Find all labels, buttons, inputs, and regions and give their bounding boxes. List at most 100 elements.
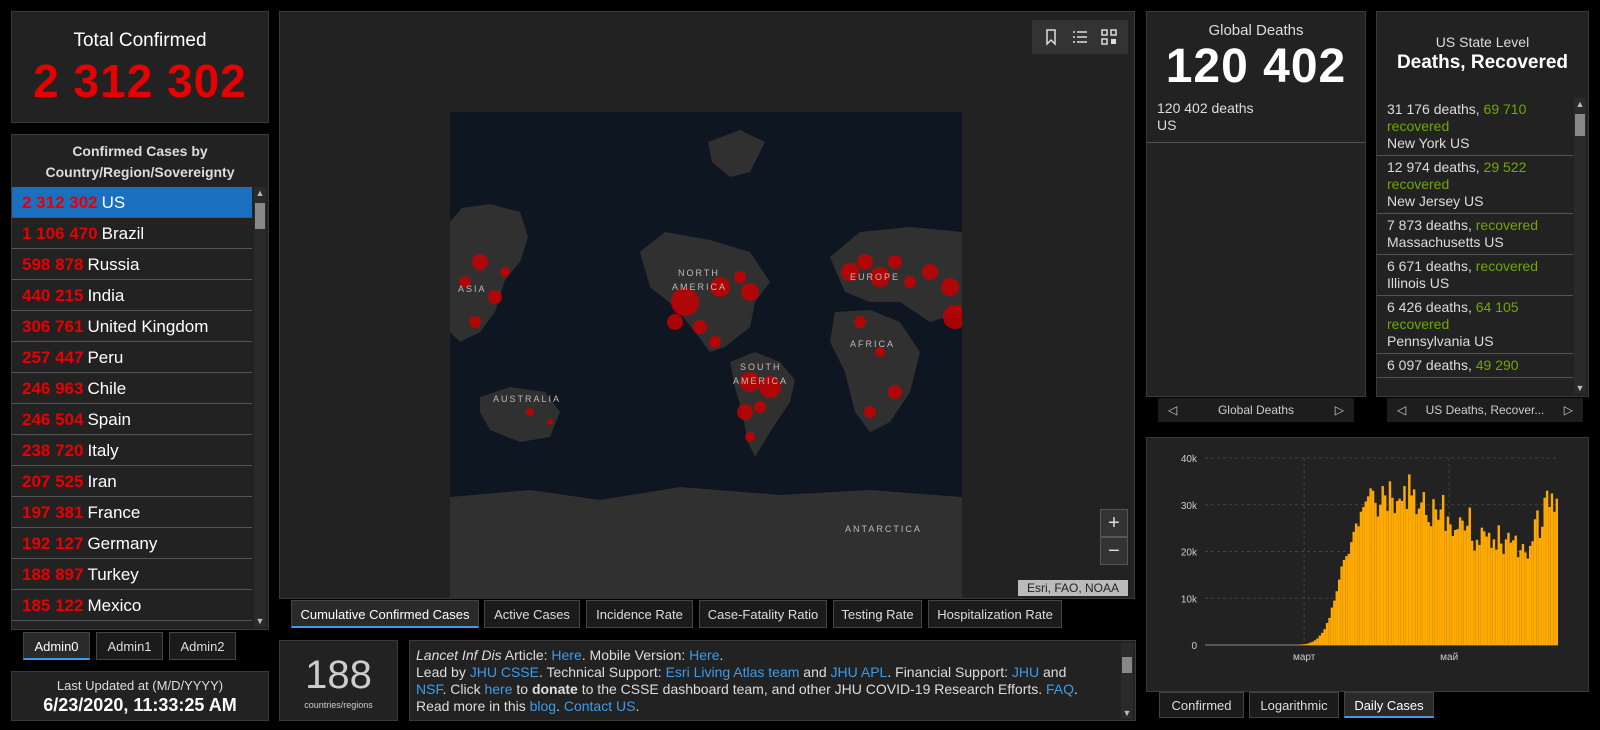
jhu-link[interactable]: JHU	[1012, 664, 1039, 680]
country-row[interactable]: 188 897 Turkey	[12, 559, 252, 590]
previous-arrow-icon[interactable]: ◁	[1168, 398, 1177, 422]
tab-daily-cases[interactable]: Daily Cases	[1344, 692, 1434, 718]
daily-cases-bar	[1466, 525, 1469, 645]
country-row[interactable]: 1 106 470 Brazil	[12, 218, 252, 249]
daily-cases-bar	[1328, 617, 1331, 645]
mobile-version-link[interactable]: Here	[689, 647, 719, 663]
daily-cases-bar	[1391, 497, 1394, 645]
map-label-antarctica: ANTARCTICA	[845, 524, 922, 534]
last-updated-value: 6/23/2020, 11:33:25 AM	[43, 695, 237, 715]
us-state-panel: US State Level Deaths, Recovered 31 176 …	[1376, 11, 1589, 397]
info-scrollbar[interactable]: ▼	[1121, 643, 1133, 719]
info-text: .	[635, 698, 640, 714]
tab-admin1[interactable]: Admin1	[96, 632, 163, 660]
info-text: . Technical Support:	[538, 664, 666, 680]
daily-cases-bar	[1519, 550, 1522, 645]
country-name: Peru	[87, 348, 124, 367]
country-row[interactable]: 257 447 Peru	[12, 342, 252, 373]
country-row[interactable]: 185 122 Mexico	[12, 590, 252, 621]
daily-cases-bar	[1434, 509, 1438, 645]
global-deaths-entry[interactable]: 120 402 deaths US	[1157, 100, 1357, 134]
zoom-in-button[interactable]: +	[1100, 509, 1128, 537]
map-label-south-america-1: SOUTH	[740, 362, 782, 372]
scroll-down-icon[interactable]: ▼	[1121, 707, 1133, 719]
us-state-row[interactable]: 6 671 deaths, recovered Illinois US	[1377, 255, 1573, 296]
daily-cases-bar	[1449, 524, 1452, 645]
nsf-link[interactable]: NSF	[416, 681, 442, 697]
tab-testing-rate[interactable]: Testing Rate	[833, 600, 922, 628]
tab-active-cases[interactable]: Active Cases	[484, 600, 580, 628]
blog-link[interactable]: blog	[530, 698, 556, 714]
daily-cases-bar	[1543, 497, 1546, 645]
us-state-row[interactable]: 7 873 deaths, recovered Massachusetts US	[1377, 214, 1573, 255]
daily-cases-bar	[1538, 537, 1542, 645]
scrollbar-thumb[interactable]	[1575, 114, 1585, 136]
country-row[interactable]: 207 525 Iran	[12, 466, 252, 497]
next-arrow-icon[interactable]: ▷	[1564, 398, 1573, 422]
jhu-csse-link[interactable]: JHU CSSE	[470, 664, 539, 680]
country-row[interactable]: 246 504 Spain	[12, 404, 252, 435]
list-icon[interactable]	[1071, 28, 1089, 46]
us-state-row[interactable]: 12 974 deaths, 29 522 recovered New Jersey…	[1377, 156, 1573, 214]
article-link[interactable]: Here	[551, 647, 581, 663]
country-count: 192 127	[22, 534, 84, 553]
daily-cases-bar	[1499, 543, 1503, 645]
us-state-row[interactable]: 31 176 deaths, 69 710 recovered New York U…	[1377, 98, 1573, 156]
daily-cases-bar	[1475, 539, 1479, 645]
tab-confirmed[interactable]: Confirmed	[1159, 692, 1244, 718]
country-row[interactable]: 440 215 India	[12, 280, 252, 311]
daily-cases-bar	[1410, 495, 1413, 645]
us-state-row[interactable]: 6 426 deaths, 64 105 recovered Pennsylvani…	[1377, 296, 1573, 354]
map-panel[interactable]: NORTH AMERICA SOUTH AMERICA EUROPE AFRIC…	[279, 11, 1135, 599]
country-list-scrollbar[interactable]: ▲ ▼	[254, 187, 266, 627]
tab-incidence-rate[interactable]: Incidence Rate	[586, 600, 693, 628]
tab-cumulative-confirmed[interactable]: Cumulative Confirmed Cases	[291, 600, 479, 628]
country-row[interactable]: 2 312 302 US	[12, 187, 252, 218]
country-row[interactable]: 246 963 Chile	[12, 373, 252, 404]
state-deaths: 6 097 deaths,	[1387, 357, 1472, 373]
scroll-up-icon[interactable]: ▲	[254, 187, 266, 199]
daily-cases-chart: 0 10k 20k 30k 40k март май	[1181, 454, 1558, 663]
daily-cases-bar	[1304, 644, 1307, 645]
scrollbar-thumb[interactable]	[1122, 657, 1132, 673]
previous-arrow-icon[interactable]: ◁	[1397, 398, 1406, 422]
world-map[interactable]: NORTH AMERICA SOUTH AMERICA EUROPE AFRIC…	[450, 112, 962, 599]
country-count: 188 897	[22, 565, 84, 584]
country-name: Germany	[87, 534, 158, 553]
scroll-up-icon[interactable]: ▲	[1574, 98, 1586, 110]
scroll-down-icon[interactable]: ▼	[254, 615, 266, 627]
next-arrow-icon[interactable]: ▷	[1335, 398, 1344, 422]
daily-cases-bar	[1308, 642, 1312, 645]
daily-cases-bar	[1524, 552, 1527, 645]
zoom-out-button[interactable]: −	[1100, 537, 1128, 565]
daily-cases-chart-panel: 0 10k 20k 30k 40k март май	[1146, 437, 1589, 692]
daily-cases-bar	[1347, 553, 1351, 645]
us-state-scrollbar[interactable]: ▲ ▼	[1574, 98, 1586, 394]
global-deaths-pager: ◁ Global Deaths ▷	[1158, 398, 1354, 422]
scrollbar-thumb[interactable]	[255, 203, 265, 229]
scroll-down-icon[interactable]: ▼	[1574, 382, 1586, 394]
esri-living-atlas-link[interactable]: Esri Living Atlas team	[666, 664, 800, 680]
country-row[interactable]: 197 381 France	[12, 497, 252, 528]
country-row[interactable]: 192 127 Germany	[12, 528, 252, 559]
country-row[interactable]: 238 720 Italy	[12, 435, 252, 466]
tab-admin0[interactable]: Admin0	[23, 632, 90, 660]
daily-cases-bar	[1429, 526, 1433, 645]
jhu-apl-link[interactable]: JHU APL	[831, 664, 888, 680]
tab-logarithmic[interactable]: Logarithmic	[1249, 692, 1339, 718]
faq-link[interactable]: FAQ	[1046, 681, 1074, 697]
contact-us-link[interactable]: Contact US	[564, 698, 636, 714]
country-row[interactable]: 598 878 Russia	[12, 249, 252, 280]
country-row[interactable]: 306 761 United Kingdom	[12, 311, 252, 342]
country-count: 197 381	[22, 503, 84, 522]
daily-cases-bar	[1371, 490, 1375, 645]
tab-hospitalization-rate[interactable]: Hospitalization Rate	[928, 600, 1062, 628]
country-name: Spain	[87, 410, 131, 429]
donate-here-link[interactable]: here	[484, 681, 512, 697]
qr-grid-icon[interactable]	[1100, 28, 1118, 46]
tab-admin2[interactable]: Admin2	[169, 632, 236, 660]
daily-cases-bar	[1417, 508, 1421, 645]
tab-case-fatality-ratio[interactable]: Case-Fatality Ratio	[699, 600, 827, 628]
us-state-row[interactable]: 6 097 deaths, 49 290	[1377, 354, 1573, 378]
bookmark-icon[interactable]	[1042, 28, 1060, 46]
